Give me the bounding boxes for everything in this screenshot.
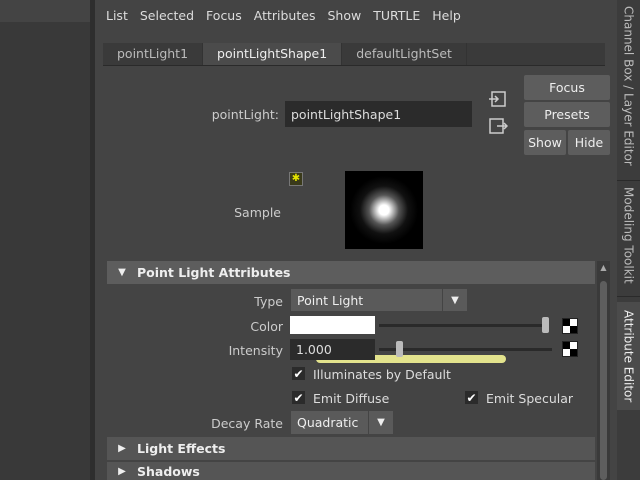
menu-selected[interactable]: Selected: [140, 8, 194, 23]
input-connections-icon[interactable]: [488, 89, 508, 109]
menu-turtle[interactable]: TURTLE: [373, 8, 420, 23]
menu-attributes[interactable]: Attributes: [254, 8, 316, 23]
tab-pointlightshape1[interactable]: pointLightShape1: [203, 43, 343, 65]
tab-modeling-toolkit[interactable]: Modeling Toolkit: [617, 185, 640, 285]
intensity-field[interactable]: 1.000: [290, 339, 375, 360]
tab-defaultlightset[interactable]: defaultLightSet: [342, 43, 467, 65]
sample-swatch: [345, 171, 423, 249]
tab-label: Attribute Editor: [621, 309, 636, 403]
type-dropdown[interactable]: Point Light ▼: [291, 289, 467, 311]
chevron-down-icon: ▼: [368, 411, 393, 434]
emit-specular-checkbox[interactable]: ✔: [465, 390, 478, 405]
viewport-header: [0, 0, 90, 22]
scroll-up-icon[interactable]: ▲: [597, 261, 610, 273]
node-tabs: pointLight1 pointLightShape1 defaultLigh…: [103, 43, 605, 66]
section-shadows[interactable]: ▶ Shadows: [107, 462, 595, 480]
color-label: Color: [250, 319, 283, 334]
intensity-label: Intensity: [228, 343, 283, 358]
presets-button[interactable]: Presets: [524, 102, 610, 127]
node-type-label: pointLight:: [211, 107, 279, 122]
checkmark-icon: ✔: [293, 366, 304, 381]
decay-rate-dropdown[interactable]: Quadratic ▼: [291, 411, 393, 434]
output-connections-icon[interactable]: [488, 116, 508, 136]
node-name-field[interactable]: pointLightShape1: [285, 101, 472, 127]
sample-label: Sample: [234, 205, 281, 220]
emit-specular-label: Emit Specular: [486, 391, 574, 406]
type-value: Point Light: [297, 292, 364, 308]
emit-diffuse-checkbox[interactable]: ✔: [292, 390, 305, 405]
section-title: Point Light Attributes: [137, 265, 291, 280]
attribute-editor: List Selected Focus Attributes Show TURT…: [95, 0, 617, 480]
collapsed-arrow-icon: ▶: [118, 443, 126, 454]
illuminates-label: Illuminates by Default: [313, 367, 451, 382]
tab-label: Modeling Toolkit: [621, 186, 636, 284]
expanded-arrow-icon: ▼: [118, 267, 126, 278]
checkmark-icon: ✔: [466, 390, 477, 405]
chevron-down-icon: ▼: [442, 289, 467, 311]
section-title: Light Effects: [137, 441, 226, 456]
side-tab-divider: [617, 296, 640, 297]
intensity-slider-track[interactable]: [379, 348, 552, 351]
checkmark-icon: ✔: [293, 390, 304, 405]
tab-attribute-editor[interactable]: Attribute Editor: [617, 302, 640, 410]
menu-bar: List Selected Focus Attributes Show TURT…: [95, 0, 617, 30]
attributes-scrollbar[interactable]: ▲: [597, 261, 610, 480]
section-light-effects[interactable]: ▶ Light Effects: [107, 437, 595, 460]
color-swatch[interactable]: [290, 316, 375, 334]
menu-focus[interactable]: Focus: [206, 8, 242, 23]
section-title: Shadows: [137, 463, 200, 479]
color-map-button[interactable]: [562, 318, 578, 334]
menu-show[interactable]: Show: [327, 8, 361, 23]
collapsed-arrow-icon: ▶: [118, 465, 126, 477]
tab-label: Channel Box / Layer Editor: [621, 6, 636, 166]
tab-channel-box[interactable]: Channel Box / Layer Editor: [617, 0, 640, 172]
decay-rate-label: Decay Rate: [211, 416, 283, 431]
side-tab-strip: Channel Box / Layer Editor Modeling Tool…: [617, 0, 640, 480]
illuminates-checkbox[interactable]: ✔: [292, 366, 305, 381]
type-label: Type: [254, 294, 283, 309]
section-point-light-attributes[interactable]: ▼ Point Light Attributes: [107, 261, 595, 284]
intensity-map-button[interactable]: [562, 341, 578, 357]
tab-pointlight1[interactable]: pointLight1: [103, 43, 204, 65]
decay-rate-value: Quadratic: [297, 415, 359, 430]
show-button[interactable]: Show: [524, 130, 566, 155]
color-slider-track[interactable]: [379, 324, 549, 327]
sample-update-icon[interactable]: ✱: [289, 172, 303, 186]
side-tab-divider: [617, 180, 640, 181]
viewport-panel: [0, 0, 90, 480]
emit-diffuse-label: Emit Diffuse: [313, 391, 390, 406]
scroll-thumb[interactable]: [600, 281, 607, 480]
menu-list[interactable]: List: [106, 8, 128, 23]
hide-button[interactable]: Hide: [568, 130, 610, 155]
color-slider-handle[interactable]: [542, 317, 549, 333]
intensity-slider-handle[interactable]: [395, 341, 403, 357]
focus-button[interactable]: Focus: [524, 75, 610, 100]
tab-bar-spacer: [466, 43, 605, 65]
menu-help[interactable]: Help: [432, 8, 461, 23]
